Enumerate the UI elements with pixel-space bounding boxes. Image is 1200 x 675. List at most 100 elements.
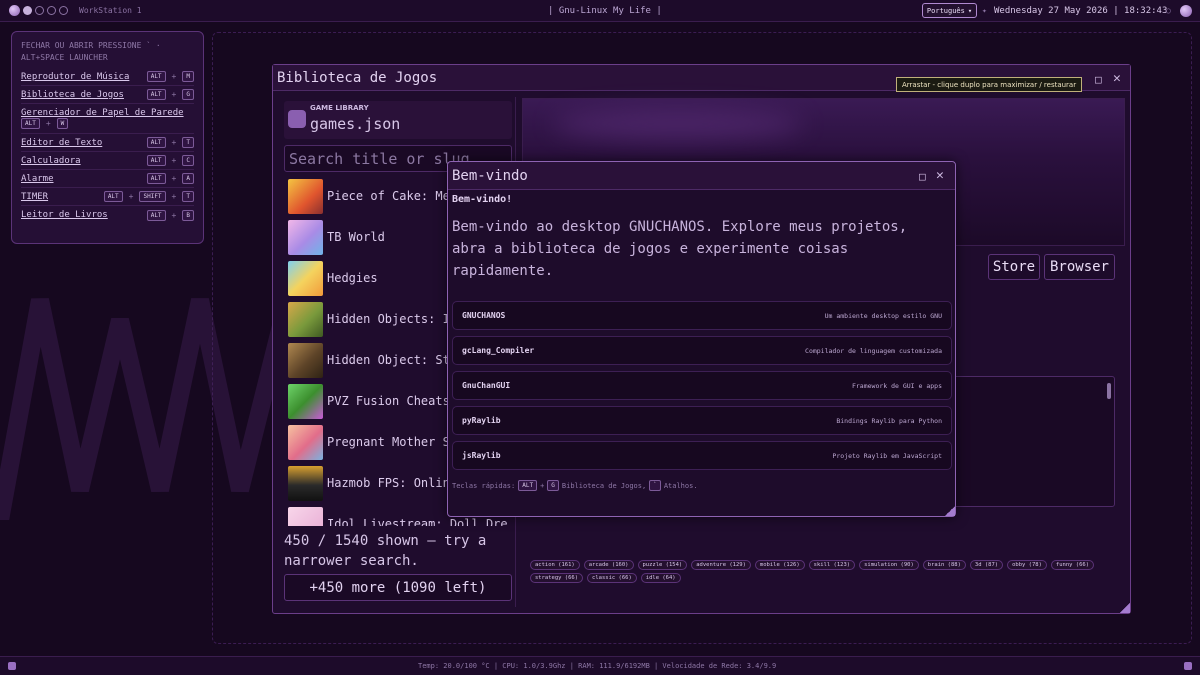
tag-chip[interactable]: mobile (126)	[754, 560, 805, 570]
load-more-button[interactable]: +450 more (1090 left)	[284, 574, 512, 601]
browser-button[interactable]: Browser	[1044, 254, 1115, 280]
shortcut-row[interactable]: Calculadora ALT + C	[21, 152, 194, 170]
tag-chip[interactable]: arcade (160)	[583, 560, 634, 570]
project-item[interactable]: gcLang_Compiler Compilador de linguagem …	[452, 336, 952, 365]
language-select-value: Português	[926, 6, 965, 15]
workspace-dot-active[interactable]	[9, 5, 20, 16]
hint-mid: Biblioteca de Jogos,	[561, 481, 647, 490]
tag-chip[interactable]: strategy (66)	[530, 573, 584, 583]
project-item[interactable]: pyRaylib Bindings Raylib para Python	[452, 406, 952, 435]
project-name: gcLang_Compiler	[462, 346, 535, 355]
workspace-dot[interactable]	[59, 6, 68, 15]
shortcut-row[interactable]: TIMER ALT + SHIFT + T	[21, 188, 194, 206]
scrollbar-thumb[interactable]	[1107, 383, 1111, 399]
key-badge: ALT	[103, 191, 123, 202]
tag-chip[interactable]: puzzle (154)	[637, 560, 688, 570]
welcome-title: Bem-vindo	[452, 168, 528, 184]
close-icon[interactable]: ✕	[1113, 71, 1121, 86]
tray-icon[interactable]	[1184, 662, 1192, 670]
welcome-body: Bem-vindo ao desktop GNUCHANOS. Explore …	[452, 219, 908, 279]
tag-chip[interactable]: classic (66)	[587, 573, 637, 583]
tag-chip[interactable]: funny (66)	[1050, 560, 1095, 570]
tag-chip[interactable]: adventure (129)	[691, 560, 751, 570]
shortcut-name[interactable]: Alarme	[21, 174, 147, 184]
game-thumbnail	[288, 506, 323, 526]
plus-sign: +	[540, 481, 545, 490]
launcher-icon[interactable]	[8, 662, 16, 670]
key-badge: M	[182, 71, 194, 82]
tag-chip[interactable]: action (161)	[530, 560, 580, 570]
library-kicker: GAME LIBRARY	[310, 104, 369, 112]
shortcuts-panel: FECHAR OU ABRIR PRESSIONE ` · ALT+SPACE …	[11, 31, 204, 244]
project-item[interactable]: jsRaylib Projeto Raylib em JavaScript	[452, 441, 952, 470]
shortcut-row[interactable]: Gerenciador de Papel de Parede ALT + W	[21, 104, 194, 134]
hint-prefix: Teclas rápidas:	[452, 481, 516, 490]
project-name: pyRaylib	[462, 416, 501, 425]
tag-chip[interactable]: 3d (87)	[969, 560, 1004, 570]
key-badge: ALT	[146, 71, 166, 82]
store-button[interactable]: Store	[988, 254, 1040, 280]
plus-sign: +	[171, 90, 177, 99]
game-thumbnail	[288, 301, 323, 337]
tag-chip[interactable]: skill (123)	[808, 560, 856, 570]
shortcut-name[interactable]: TIMER	[21, 192, 104, 202]
key-badge: ALT	[146, 173, 166, 184]
top-bar: WorkStation 1 | Gnu-Linux My Life | Port…	[0, 0, 1200, 22]
resize-handle[interactable]	[1120, 603, 1130, 613]
shortcut-row[interactable]: Biblioteca de Jogos ALT + G	[21, 86, 194, 104]
key-badge: G	[182, 89, 194, 100]
top-bar-title: | Gnu-Linux My Life |	[548, 6, 662, 16]
game-thumbnail	[288, 465, 323, 501]
project-name: GnuChanGUI	[462, 381, 511, 390]
key-badge: G	[547, 480, 559, 491]
project-item[interactable]: GNUCHANOS Um ambiente desktop estilo GNU	[452, 301, 952, 330]
workspace-dot[interactable]	[23, 6, 32, 15]
key-badge: SHIFT	[139, 191, 166, 202]
library-file: games.json	[310, 115, 401, 133]
hotkey-hint: Teclas rápidas: ALT + G Biblioteca de Jogo…	[452, 480, 698, 491]
close-icon[interactable]: ✕	[936, 168, 944, 183]
shortcut-name[interactable]: Biblioteca de Jogos	[21, 90, 147, 100]
shortcut-name[interactable]: Leitor de Livros	[21, 210, 147, 220]
project-item[interactable]: GnuChanGUI Framework de GUI e apps	[452, 371, 952, 400]
ring-icon[interactable]: ○	[1166, 6, 1171, 15]
project-desc: Framework de GUI e apps	[851, 381, 942, 390]
shortcut-row[interactable]: Reprodutor de Música ALT + M	[21, 68, 194, 86]
tag-chip[interactable]: brain (88)	[922, 560, 966, 570]
shortcut-name[interactable]: Calculadora	[21, 156, 147, 166]
power-orb-icon[interactable]	[1180, 5, 1192, 17]
game-thumbnail	[288, 178, 323, 214]
workspace-dot[interactable]	[35, 6, 44, 15]
tag-list: action (161) arcade (160) puzzle (154) a…	[530, 560, 1110, 583]
maximize-icon[interactable]: □	[1095, 73, 1102, 86]
banner-glow	[553, 109, 803, 139]
game-description-box[interactable]	[941, 376, 1115, 507]
shortcut-row[interactable]: Leitor de Livros ALT + B	[21, 206, 194, 224]
system-stats: Temp: 20.0/100 °C | CPU: 1.0/3.9Ghz | RA…	[418, 662, 777, 670]
shortcut-name[interactable]: Editor de Texto	[21, 138, 147, 148]
resize-handle[interactable]	[945, 506, 955, 516]
welcome-titlebar[interactable]: Bem-vindo	[448, 162, 955, 190]
key-badge: T	[182, 137, 194, 148]
workspace-dots[interactable]	[9, 5, 71, 16]
tag-chip[interactable]: obby (78)	[1007, 560, 1047, 570]
shortcut-row[interactable]: Alarme ALT + A	[21, 170, 194, 188]
language-select[interactable]: Português ▾	[922, 3, 977, 18]
welcome-dialog: Bem-vindo □ ✕ Bem-vindo! Bem-vindo ao de…	[447, 161, 956, 517]
tag-chip[interactable]: simulation (90)	[859, 560, 919, 570]
shortcut-row[interactable]: Editor de Texto ALT + T	[21, 134, 194, 152]
maximize-icon[interactable]: □	[919, 170, 926, 183]
game-thumbnail	[288, 260, 323, 296]
tag-chip[interactable]: idle (64)	[640, 573, 681, 583]
workspace-label: WorkStation 1	[79, 6, 142, 15]
shortcut-name[interactable]: Gerenciador de Papel de Parede	[21, 108, 194, 118]
workspace-dot[interactable]	[47, 6, 56, 15]
plus-sign: +	[45, 119, 51, 128]
key-badge: A	[182, 173, 194, 184]
library-header: GAME LIBRARY games.json	[284, 101, 512, 139]
shortcut-name[interactable]: Reprodutor de Música	[21, 72, 147, 82]
status-bar: Temp: 20.0/100 °C | CPU: 1.0/3.9Ghz | RA…	[0, 656, 1200, 675]
project-desc: Bindings Raylib para Python	[836, 416, 942, 425]
project-desc: Um ambiente desktop estilo GNU	[824, 311, 942, 320]
key-badge: T	[182, 191, 194, 202]
